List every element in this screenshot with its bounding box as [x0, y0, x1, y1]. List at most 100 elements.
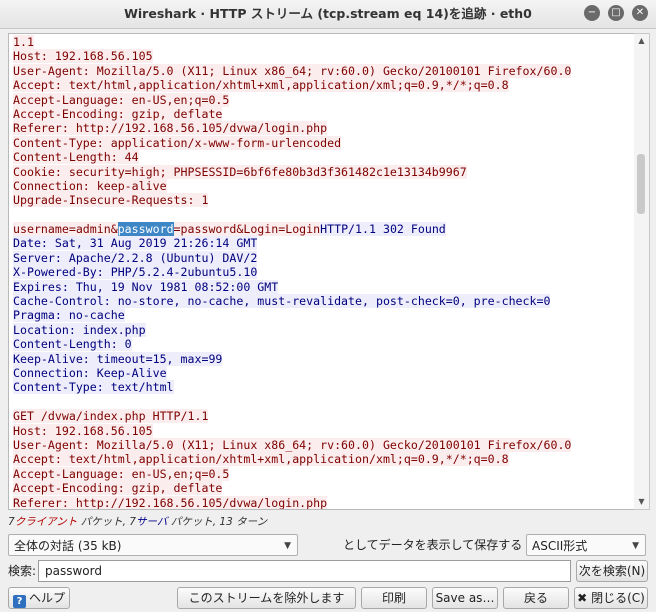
stream-text: Content-Length: 44 — [13, 150, 139, 165]
stream-line: Connection: Keep-Alive — [13, 365, 634, 380]
server-label: サーバ — [135, 516, 168, 528]
stream-line: Accept-Language: en-US,en;q=0.5 — [13, 466, 634, 481]
format-selected: ASCII形式 — [532, 539, 588, 553]
chevron-down-icon: ▼ — [284, 541, 291, 551]
close-window-icon[interactable]: ✕ — [632, 5, 648, 21]
stream-text: =password&Login=Login — [173, 222, 321, 237]
filter-out-button[interactable]: このストリームを除外します — [177, 587, 356, 609]
stream-text: Accept-Encoding: gzip, deflate — [13, 106, 223, 121]
stream-text: Connection: keep-alive — [13, 178, 167, 193]
stream-text: X-Powered-By: PHP/5.2.4-2ubuntu5.10 — [13, 265, 258, 280]
stream-text: Upgrade-Insecure-Requests: 1 — [13, 193, 209, 208]
stream-text: username=admin& — [13, 222, 118, 237]
save-as-label: としてデータを表示して保存する — [343, 538, 523, 552]
stream-text: Content-Length: 0 — [13, 337, 132, 352]
stream-text: Server: Apache/2.2.8 (Ubuntu) DAV/2 — [13, 250, 258, 265]
stream-line: Accept: text/html,application/xhtml+xml,… — [13, 452, 634, 467]
stream-line: Location: index.php — [13, 322, 634, 337]
stream-text: Cookie: security=high; PHPSESSID=6bf6fe8… — [13, 164, 467, 179]
stream-line: Content-Type: text/html — [13, 380, 634, 395]
stream-lines: 1.1 Host: 192.168.56.105 User-Agent: Mozil… — [13, 35, 634, 510]
stream-text: Accept: text/html,application/xhtml+xml,… — [13, 452, 509, 467]
search-input[interactable]: password — [38, 560, 571, 582]
stream-line: Accept-Language: en-US,en;q=0.5 — [13, 92, 634, 107]
stream-line: username=admin&password=password&Login=L… — [13, 222, 634, 237]
stream-line: Content-Type: application/x-www-form-url… — [13, 135, 634, 150]
stream-text: Expires: Thu, 19 Nov 1981 08:52:00 GMT — [13, 279, 279, 294]
close-label: 閉じる(C) — [591, 591, 645, 605]
stream-line: Keep-Alive: timeout=15, max=99 — [13, 351, 634, 366]
help-icon: ? — [12, 595, 26, 608]
stream-line: X-Powered-By: PHP/5.2.4-2ubuntu5.10 — [13, 265, 634, 280]
stream-text: Keep-Alive: timeout=15, max=99 — [13, 351, 223, 366]
stream-line: User-Agent: Mozilla/5.0 (X11; Linux x86_… — [13, 437, 634, 452]
stream-line: GET /dvwa/index.php HTTP/1.1 — [13, 409, 634, 424]
stream-line: Host: 192.168.56.105 — [13, 423, 634, 438]
print-button[interactable]: 印刷 — [361, 587, 427, 609]
stream-line: Cookie: security=high; PHPSESSID=6bf6fe8… — [13, 164, 634, 179]
client-packet-count: 7 — [8, 516, 15, 528]
stream-text: Content-Type: application/x-www-form-url… — [13, 135, 342, 150]
stream-text: HTTP/1.1 302 Found — [320, 222, 446, 237]
stream-text: Connection: Keep-Alive — [13, 365, 167, 380]
stream-text: 1.1 — [13, 35, 34, 49]
conversation-select[interactable]: 全体の対話 (35 kB) ▼ — [8, 534, 298, 556]
search-label: 検索: — [8, 564, 37, 578]
help-label: ヘルプ — [28, 591, 65, 605]
stream-text: Content-Type: text/html — [13, 380, 174, 395]
stream-line — [13, 395, 634, 409]
help-button[interactable]: ? ヘルプ — [8, 587, 70, 609]
stream-line: Accept-Encoding: gzip, deflate — [13, 106, 634, 121]
stream-line: Cache-Control: no-store, no-cache, must-… — [13, 294, 634, 309]
minimize-icon[interactable]: − — [584, 5, 600, 21]
stream-content-pane[interactable]: 1.1 Host: 192.168.56.105 User-Agent: Mozil… — [8, 33, 635, 510]
stream-line: Connection: keep-alive — [13, 178, 634, 193]
scrollbar-thumb[interactable] — [637, 154, 645, 214]
stream-line: Referer: http://192.168.56.105/dvwa/logi… — [13, 121, 634, 136]
stream-text: Accept: text/html,application/xhtml+xml,… — [13, 78, 509, 93]
stream-text: Host: 192.168.56.105 — [13, 49, 153, 64]
stream-text: User-Agent: Mozilla/5.0 (X11; Linux x86_… — [13, 63, 572, 78]
back-button[interactable]: 戻る — [503, 587, 569, 609]
stream-text: Referer: http://192.168.56.105/dvwa/logi… — [13, 121, 328, 136]
conversation-selected: 全体の対話 (35 kB) — [14, 539, 122, 553]
search-highlight: password — [117, 222, 174, 237]
stream-line: Server: Apache/2.2.8 (Ubuntu) DAV/2 — [13, 250, 634, 265]
stream-line: Host: 192.168.56.105 — [13, 49, 634, 64]
stream-line: Content-Length: 0 — [13, 337, 634, 352]
server-packet-count: 7 — [129, 516, 136, 528]
stream-text: GET /dvwa/index.php HTTP/1.1 — [13, 409, 209, 424]
stream-text: Accept-Language: en-US,en;q=0.5 — [13, 466, 230, 481]
find-next-button[interactable]: 次を検索(N) — [576, 560, 648, 582]
stream-line: Accept: text/html,application/xhtml+xml,… — [13, 78, 634, 93]
stream-line: Referer: http://192.168.56.105/dvwa/logi… — [13, 495, 634, 510]
stream-text: Referer: http://192.168.56.105/dvwa/logi… — [13, 495, 328, 510]
stream-text: Pragma: no-cache — [13, 308, 125, 323]
stream-line: Accept-Encoding: gzip, deflate — [13, 481, 634, 496]
title-bar: Wireshark · HTTP ストリーム (tcp.stream eq 14… — [0, 0, 656, 29]
stream-line: Expires: Thu, 19 Nov 1981 08:52:00 GMT — [13, 279, 634, 294]
scroll-down-arrow-icon[interactable]: ▼ — [634, 495, 649, 509]
stream-text: Accept-Encoding: gzip, deflate — [13, 481, 223, 496]
stream-line: Pragma: no-cache — [13, 308, 634, 323]
close-button[interactable]: ✖ 閉じる(C) — [574, 587, 648, 609]
format-select[interactable]: ASCII形式 ▼ — [526, 534, 646, 556]
save-as-button[interactable]: Save as… — [432, 587, 498, 609]
maximize-icon[interactable]: □ — [608, 5, 624, 21]
client-label: クライアント — [14, 516, 78, 528]
stream-line — [13, 208, 634, 222]
window-title: Wireshark · HTTP ストリーム (tcp.stream eq 14… — [124, 6, 532, 21]
stream-line: 1.1 — [13, 35, 634, 49]
close-x-icon: ✖ — [577, 591, 588, 605]
stream-line: Upgrade-Insecure-Requests: 1 — [13, 193, 634, 208]
stream-line: Date: Sat, 31 Aug 2019 21:26:14 GMT — [13, 236, 634, 251]
stream-text: Accept-Language: en-US,en;q=0.5 — [13, 92, 230, 107]
stream-line: User-Agent: Mozilla/5.0 (X11; Linux x86_… — [13, 63, 634, 78]
scroll-up-arrow-icon[interactable]: ▲ — [634, 34, 649, 48]
chevron-down-icon: ▼ — [632, 541, 639, 551]
packet-stats: 7クライアント パケット, 7サーバ パケット, 13 ターン — [8, 514, 267, 529]
stream-text: Date: Sat, 31 Aug 2019 21:26:14 GMT — [13, 236, 258, 251]
stream-line: Content-Length: 44 — [13, 150, 634, 165]
stream-text: Host: 192.168.56.105 — [13, 423, 153, 438]
vertical-scrollbar[interactable]: ▲ ▼ — [634, 33, 650, 510]
